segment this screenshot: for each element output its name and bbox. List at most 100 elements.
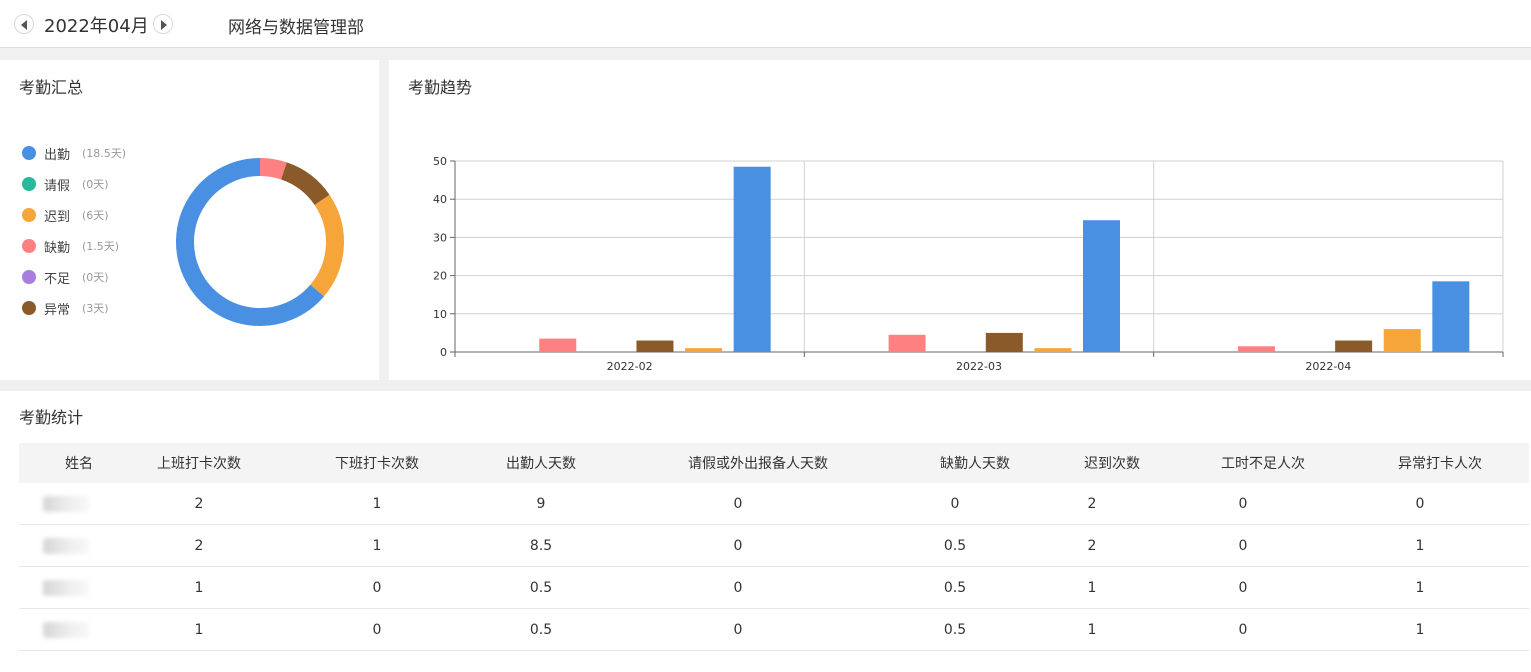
bar[interactable]: [1083, 220, 1120, 352]
legend-label: 出勤: [44, 148, 71, 163]
legend-label: 缺勤: [44, 241, 71, 256]
next-month-button[interactable]: [153, 14, 173, 34]
legend-label: 异常: [44, 303, 71, 318]
table-cell: 9: [536, 495, 546, 512]
legend-item-leave[interactable]: 请假 (0天): [22, 175, 172, 194]
bar[interactable]: [1335, 340, 1373, 352]
table-cell: 0.5: [529, 621, 553, 638]
y-tick-label: 10: [433, 308, 447, 321]
bar[interactable]: [1237, 346, 1275, 352]
table-row[interactable]: 1 0 0.5 0 0.5 1 0 1: [19, 567, 1529, 609]
legend-value: (18.5天): [82, 147, 127, 160]
table-row[interactable]: 1 0 0.5 0 0.5 1 0 1: [19, 609, 1529, 651]
attendance-stats-card: 考勤统计 姓名 上班打卡次数 下班打卡次数 出勤人天数 请假或外出报备人天数 缺…: [0, 391, 1531, 672]
table-header: 姓名 上班打卡次数 下班打卡次数 出勤人天数 请假或外出报备人天数 缺勤人天数 …: [19, 443, 1529, 483]
stats-title: 考勤统计: [19, 408, 84, 427]
table-cell: 0: [733, 495, 743, 512]
legend-item-absent[interactable]: 缺勤 (1.5天): [22, 237, 172, 256]
y-tick-label: 0: [440, 346, 447, 359]
table-cell: 0: [1238, 537, 1248, 554]
chart-grid: 0 10 20 30 40 50: [433, 155, 1504, 359]
donut-slice[interactable]: [280, 162, 330, 206]
table-cell: 0: [1238, 495, 1248, 512]
legend-label: 请假: [44, 179, 71, 194]
table-cell: 1: [1415, 579, 1425, 596]
y-tick-label: 20: [433, 270, 447, 283]
attendance-summary-card: 考勤汇总 出勤 (18.5天) 请假 (0天) 迟到 (6天) 缺勤 (1.5天…: [0, 60, 379, 380]
donut-slice[interactable]: [259, 158, 287, 180]
table-row[interactable]: 2 1 8.5 0 0.5 2 0 1: [19, 525, 1529, 567]
donut-slice[interactable]: [310, 194, 344, 297]
attendance-trend-card: 考勤趋势 0 10 20 30 40 50 2022-02 2022-03 2022-04: [389, 60, 1531, 380]
legend-item-abnormal[interactable]: 异常 (3天): [22, 299, 172, 318]
cell-name: [19, 483, 119, 524]
table-cell: 1: [194, 579, 204, 596]
bar[interactable]: [1383, 329, 1421, 352]
legend-label: 不足: [44, 272, 71, 287]
bar[interactable]: [985, 332, 1023, 352]
table-cell: 0: [1415, 495, 1425, 512]
x-tick-label: 2022-03: [956, 360, 1002, 373]
table-cell: 0.5: [943, 621, 967, 638]
attendance-donut-chart: [176, 158, 344, 326]
legend-label: 迟到: [44, 210, 71, 225]
y-tick-label: 40: [433, 193, 447, 206]
bar[interactable]: [539, 338, 577, 352]
table-cell: 0: [372, 579, 382, 596]
table-cell: 0.5: [529, 579, 553, 596]
attendance-trend-bar-chart: 0 10 20 30 40 50 2022-02 2022-03 2022-04: [433, 155, 1504, 373]
prev-month-button[interactable]: [14, 14, 34, 34]
legend-dot: [22, 146, 36, 160]
bar[interactable]: [1432, 281, 1470, 352]
column-header-checkin: 上班打卡次数: [157, 456, 241, 472]
column-header-abnormal-punch: 异常打卡人次: [1398, 456, 1482, 472]
x-tick-label: 2022-02: [607, 360, 653, 373]
table-cell: 0: [733, 579, 743, 596]
caret-left-icon: [21, 20, 27, 30]
cell-name: [19, 609, 119, 650]
table-cell: 0.5: [943, 537, 967, 554]
cell-name: [19, 525, 119, 566]
table-cell: 1: [1087, 621, 1097, 638]
bar[interactable]: [685, 348, 723, 352]
table-cell: 2: [194, 537, 204, 554]
column-header-leave-days: 请假或外出报备人天数: [688, 456, 828, 472]
redacted-name: [43, 579, 89, 596]
bar[interactable]: [888, 334, 926, 352]
column-header-late-count: 迟到次数: [1084, 456, 1140, 472]
x-tick-label: 2022-04: [1305, 360, 1351, 373]
legend-item-insufficient[interactable]: 不足 (0天): [22, 268, 172, 287]
legend-value: (3天): [82, 302, 109, 315]
table-cell: 2: [1087, 537, 1097, 554]
table-cell: 1: [194, 621, 204, 638]
redacted-name: [43, 537, 89, 554]
donut-slice[interactable]: [176, 158, 325, 326]
top-bar: 2022年04月 网络与数据管理部: [0, 0, 1531, 48]
table-cell: 2: [194, 495, 204, 512]
y-tick-label: 50: [433, 155, 447, 168]
legend-dot: [22, 208, 36, 222]
table-cell: 1: [372, 495, 382, 512]
legend-value: (0天): [82, 271, 109, 284]
table-cell: 1: [1415, 537, 1425, 554]
summary-title: 考勤汇总: [19, 78, 84, 97]
table-cell: 0: [372, 621, 382, 638]
bar[interactable]: [636, 340, 674, 352]
legend-item-attendance[interactable]: 出勤 (18.5天): [22, 144, 172, 163]
current-month: 2022年04月: [44, 16, 149, 37]
legend-item-late[interactable]: 迟到 (6天): [22, 206, 172, 225]
table-row[interactable]: 2 1 9 0 0 2 0 0: [19, 483, 1529, 525]
redacted-name: [43, 621, 89, 638]
bar[interactable]: [733, 166, 771, 352]
table-cell: 8.5: [529, 537, 553, 554]
column-header-short-hours: 工时不足人次: [1221, 456, 1305, 472]
table-cell: 0: [733, 621, 743, 638]
legend-dot: [22, 301, 36, 315]
bar[interactable]: [1034, 348, 1072, 352]
cell-name: [19, 567, 119, 608]
table-cell: 2: [1087, 495, 1097, 512]
column-header-attendance-days: 出勤人天数: [506, 456, 576, 472]
table-cell: 1: [1087, 579, 1097, 596]
table-cell: 0: [950, 495, 960, 512]
department-name: 网络与数据管理部: [228, 18, 364, 38]
